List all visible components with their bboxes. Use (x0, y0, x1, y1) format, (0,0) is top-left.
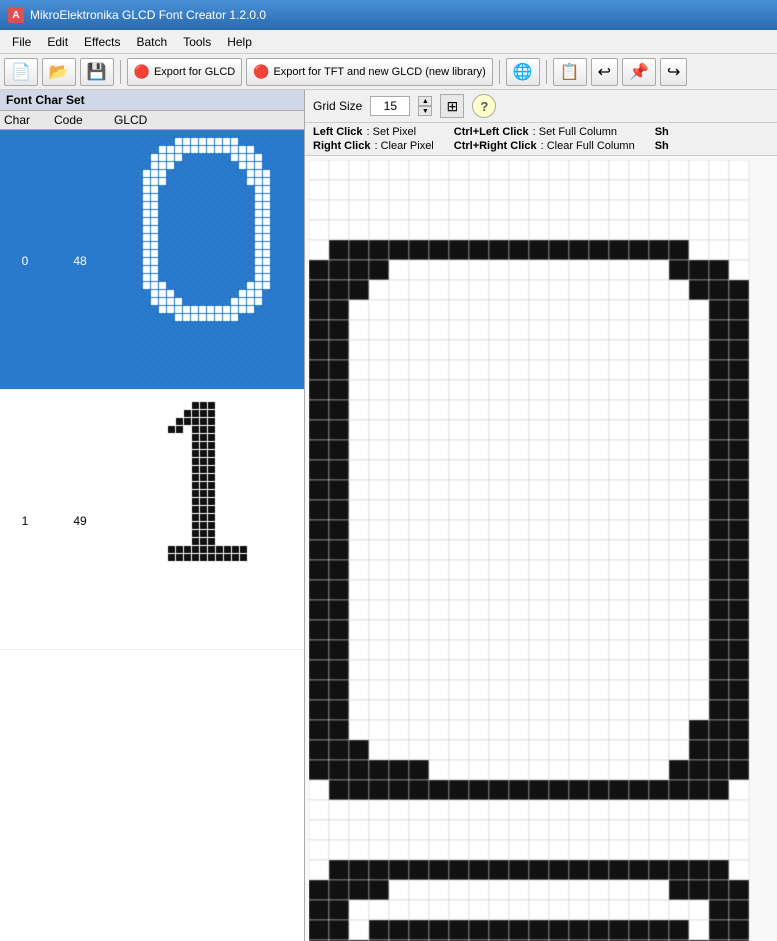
menu-effects[interactable]: Effects (76, 33, 128, 51)
toolbar-sep2 (499, 60, 500, 84)
col-char: Char (0, 111, 50, 129)
hint-right-click: Right Click : Clear Pixel (313, 140, 434, 152)
pixel-grid-area[interactable] (305, 156, 777, 941)
char-table-header: Char Code GLCD (0, 111, 304, 130)
toolbar-open[interactable]: 📂 (42, 58, 76, 86)
menu-bar: File Edit Effects Batch Tools Help (0, 30, 777, 54)
toolbar-sep3 (546, 60, 547, 84)
hint-ctrl-right: Ctrl+Right Click : Clear Full Column (454, 140, 635, 152)
hint-ctrl-right-action: : Clear Full Column (541, 140, 635, 152)
toolbar-globe[interactable]: 🌐 (506, 58, 540, 86)
spin-up[interactable]: ▲ (418, 96, 432, 106)
hint-ctrl-left-action: : Set Full Column (533, 126, 617, 138)
title-bar: A MikroElektronika GLCD Font Creator 1.2… (0, 0, 777, 30)
toolbar: 📄 📂 💾 🔴 Export for GLCD 🔴 Export for TFT… (0, 54, 777, 90)
grid-toggle-button[interactable]: ⊞ (440, 94, 464, 118)
menu-help[interactable]: Help (219, 33, 260, 51)
hint-shift-2: Sh (655, 140, 669, 152)
spin-buttons: ▲ ▼ (418, 96, 432, 116)
menu-edit[interactable]: Edit (39, 33, 76, 51)
toolbar-undo[interactable]: ↩ (591, 58, 618, 86)
toolbar-copy[interactable]: 📋 (553, 58, 587, 86)
left-panel: Font Char Set Char Code GLCD 0 48 1 49 (0, 90, 305, 941)
hint-left-click-key: Left Click (313, 126, 363, 138)
grid-controls: Grid Size ▲ ▼ ⊞ ? (305, 90, 777, 123)
export-glcd-button[interactable]: 🔴 Export for GLCD (127, 58, 243, 86)
hint-right-click-action: : Clear Pixel (374, 140, 433, 152)
main-area: Font Char Set Char Code GLCD 0 48 1 49 (0, 90, 777, 941)
grid-size-label: Grid Size (313, 99, 362, 113)
hint-shift-1: Sh (655, 126, 669, 138)
export-tft-button[interactable]: 🔴 Export for TFT and new GLCD (new libra… (246, 58, 493, 86)
toolbar-redo[interactable]: ↪ (660, 58, 687, 86)
toolbar-save[interactable]: 💾 (80, 58, 114, 86)
toolbar-new[interactable]: 📄 (4, 58, 38, 86)
char-code-0: 48 (50, 250, 110, 272)
char-num-0: 0 (0, 250, 50, 272)
help-button[interactable]: ? (472, 94, 496, 118)
menu-batch[interactable]: Batch (129, 33, 176, 51)
toolbar-sep1 (120, 60, 121, 84)
hint-left-click-action: : Set Pixel (367, 126, 417, 138)
char-code-1: 49 (50, 510, 110, 532)
char-preview-1 (110, 390, 304, 648)
char-list: 0 48 1 49 (0, 130, 304, 941)
right-panel: Grid Size ▲ ▼ ⊞ ? Left Click : Set Pixel… (305, 90, 777, 941)
spin-down[interactable]: ▼ (418, 106, 432, 116)
menu-file[interactable]: File (4, 33, 39, 51)
app-title: MikroElektronika GLCD Font Creator 1.2.0… (30, 8, 266, 22)
font-char-set-header: Font Char Set (0, 90, 304, 111)
col-code: Code (50, 111, 110, 129)
menu-tools[interactable]: Tools (175, 33, 219, 51)
hints-bar: Left Click : Set Pixel Right Click : Cle… (305, 123, 777, 156)
char-row-1[interactable]: 1 49 (0, 390, 304, 650)
toolbar-paste[interactable]: 📌 (622, 58, 656, 86)
col-glcd: GLCD (110, 111, 304, 129)
pixel-grid-canvas[interactable] (309, 160, 750, 941)
grid-size-input[interactable] (370, 96, 410, 116)
app-icon: A (8, 7, 24, 23)
char-row-0[interactable]: 0 48 (0, 130, 304, 390)
hint-ctrl-left: Ctrl+Left Click : Set Full Column (454, 126, 635, 138)
char-num-1: 1 (0, 510, 50, 532)
hint-ctrl-left-key: Ctrl+Left Click (454, 126, 529, 138)
hint-ctrl-right-key: Ctrl+Right Click (454, 140, 537, 152)
char-preview-0 (110, 130, 304, 388)
hint-left-click: Left Click : Set Pixel (313, 126, 434, 138)
hint-right-click-key: Right Click (313, 140, 370, 152)
